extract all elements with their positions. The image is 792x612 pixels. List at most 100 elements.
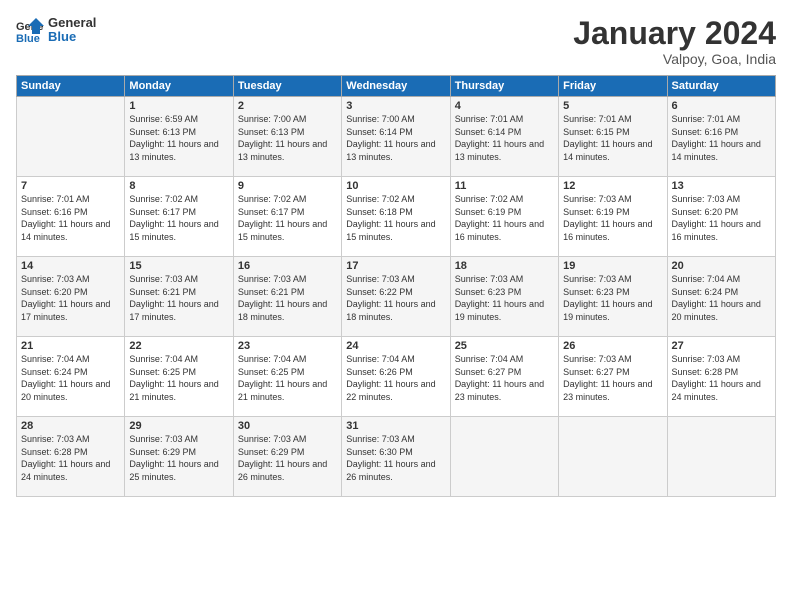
day-info: Sunrise: 7:03 AMSunset: 6:28 PMDaylight:… bbox=[21, 433, 120, 483]
day-info: Sunrise: 7:04 AMSunset: 6:24 PMDaylight:… bbox=[672, 273, 771, 323]
day-number: 13 bbox=[672, 180, 771, 192]
weekday-header-row: Sunday Monday Tuesday Wednesday Thursday… bbox=[17, 76, 776, 97]
header-thursday: Thursday bbox=[450, 76, 558, 97]
calendar-cell: 23Sunrise: 7:04 AMSunset: 6:25 PMDayligh… bbox=[233, 337, 341, 417]
day-info: Sunrise: 7:04 AMSunset: 6:27 PMDaylight:… bbox=[455, 353, 554, 403]
day-info: Sunrise: 7:03 AMSunset: 6:30 PMDaylight:… bbox=[346, 433, 445, 483]
day-number: 25 bbox=[455, 340, 554, 352]
logo-blue: Blue bbox=[48, 30, 96, 44]
calendar-cell: 25Sunrise: 7:04 AMSunset: 6:27 PMDayligh… bbox=[450, 337, 558, 417]
day-info: Sunrise: 7:02 AMSunset: 6:18 PMDaylight:… bbox=[346, 193, 445, 243]
calendar-cell: 15Sunrise: 7:03 AMSunset: 6:21 PMDayligh… bbox=[125, 257, 233, 337]
calendar-week-4: 21Sunrise: 7:04 AMSunset: 6:24 PMDayligh… bbox=[17, 337, 776, 417]
day-number: 21 bbox=[21, 340, 120, 352]
calendar-cell bbox=[450, 417, 558, 497]
day-number: 16 bbox=[238, 260, 337, 272]
calendar-cell: 2Sunrise: 7:00 AMSunset: 6:13 PMDaylight… bbox=[233, 97, 341, 177]
page-container: General Blue General Blue January 2024 V… bbox=[0, 0, 792, 612]
calendar-cell: 14Sunrise: 7:03 AMSunset: 6:20 PMDayligh… bbox=[17, 257, 125, 337]
day-number: 12 bbox=[563, 180, 662, 192]
day-info: Sunrise: 7:03 AMSunset: 6:21 PMDaylight:… bbox=[129, 273, 228, 323]
day-info: Sunrise: 7:00 AMSunset: 6:14 PMDaylight:… bbox=[346, 113, 445, 163]
calendar-cell: 5Sunrise: 7:01 AMSunset: 6:15 PMDaylight… bbox=[559, 97, 667, 177]
month-title: January 2024 bbox=[573, 16, 776, 51]
day-info: Sunrise: 7:03 AMSunset: 6:20 PMDaylight:… bbox=[21, 273, 120, 323]
header-wednesday: Wednesday bbox=[342, 76, 450, 97]
day-number: 19 bbox=[563, 260, 662, 272]
day-info: Sunrise: 7:03 AMSunset: 6:23 PMDaylight:… bbox=[563, 273, 662, 323]
day-info: Sunrise: 7:04 AMSunset: 6:24 PMDaylight:… bbox=[21, 353, 120, 403]
day-info: Sunrise: 7:01 AMSunset: 6:15 PMDaylight:… bbox=[563, 113, 662, 163]
day-number: 20 bbox=[672, 260, 771, 272]
day-info: Sunrise: 7:03 AMSunset: 6:22 PMDaylight:… bbox=[346, 273, 445, 323]
day-number: 2 bbox=[238, 100, 337, 112]
day-number: 27 bbox=[672, 340, 771, 352]
logo-icon: General Blue bbox=[16, 16, 44, 44]
calendar-cell: 20Sunrise: 7:04 AMSunset: 6:24 PMDayligh… bbox=[667, 257, 775, 337]
header-saturday: Saturday bbox=[667, 76, 775, 97]
day-number: 5 bbox=[563, 100, 662, 112]
title-block: January 2024 Valpoy, Goa, India bbox=[573, 16, 776, 67]
day-info: Sunrise: 7:04 AMSunset: 6:25 PMDaylight:… bbox=[238, 353, 337, 403]
day-number: 26 bbox=[563, 340, 662, 352]
day-number: 3 bbox=[346, 100, 445, 112]
calendar-cell: 26Sunrise: 7:03 AMSunset: 6:27 PMDayligh… bbox=[559, 337, 667, 417]
calendar-cell: 7Sunrise: 7:01 AMSunset: 6:16 PMDaylight… bbox=[17, 177, 125, 257]
day-number: 9 bbox=[238, 180, 337, 192]
calendar-cell: 28Sunrise: 7:03 AMSunset: 6:28 PMDayligh… bbox=[17, 417, 125, 497]
day-number: 10 bbox=[346, 180, 445, 192]
day-info: Sunrise: 7:00 AMSunset: 6:13 PMDaylight:… bbox=[238, 113, 337, 163]
header-friday: Friday bbox=[559, 76, 667, 97]
day-number: 4 bbox=[455, 100, 554, 112]
day-info: Sunrise: 7:03 AMSunset: 6:28 PMDaylight:… bbox=[672, 353, 771, 403]
day-info: Sunrise: 7:01 AMSunset: 6:16 PMDaylight:… bbox=[672, 113, 771, 163]
svg-text:Blue: Blue bbox=[16, 33, 40, 44]
calendar-cell: 13Sunrise: 7:03 AMSunset: 6:20 PMDayligh… bbox=[667, 177, 775, 257]
calendar-cell: 16Sunrise: 7:03 AMSunset: 6:21 PMDayligh… bbox=[233, 257, 341, 337]
day-info: Sunrise: 7:04 AMSunset: 6:25 PMDaylight:… bbox=[129, 353, 228, 403]
day-number: 29 bbox=[129, 420, 228, 432]
calendar-week-5: 28Sunrise: 7:03 AMSunset: 6:28 PMDayligh… bbox=[17, 417, 776, 497]
calendar-cell bbox=[17, 97, 125, 177]
calendar-cell bbox=[667, 417, 775, 497]
day-number: 15 bbox=[129, 260, 228, 272]
header-tuesday: Tuesday bbox=[233, 76, 341, 97]
day-info: Sunrise: 7:03 AMSunset: 6:21 PMDaylight:… bbox=[238, 273, 337, 323]
calendar-cell: 11Sunrise: 7:02 AMSunset: 6:19 PMDayligh… bbox=[450, 177, 558, 257]
day-info: Sunrise: 7:03 AMSunset: 6:29 PMDaylight:… bbox=[129, 433, 228, 483]
day-number: 30 bbox=[238, 420, 337, 432]
calendar-cell: 19Sunrise: 7:03 AMSunset: 6:23 PMDayligh… bbox=[559, 257, 667, 337]
day-number: 31 bbox=[346, 420, 445, 432]
calendar-cell bbox=[559, 417, 667, 497]
day-number: 11 bbox=[455, 180, 554, 192]
day-number: 24 bbox=[346, 340, 445, 352]
day-info: Sunrise: 7:02 AMSunset: 6:17 PMDaylight:… bbox=[238, 193, 337, 243]
day-number: 1 bbox=[129, 100, 228, 112]
calendar-cell: 9Sunrise: 7:02 AMSunset: 6:17 PMDaylight… bbox=[233, 177, 341, 257]
calendar-cell: 10Sunrise: 7:02 AMSunset: 6:18 PMDayligh… bbox=[342, 177, 450, 257]
calendar-cell: 18Sunrise: 7:03 AMSunset: 6:23 PMDayligh… bbox=[450, 257, 558, 337]
day-number: 14 bbox=[21, 260, 120, 272]
day-number: 17 bbox=[346, 260, 445, 272]
day-info: Sunrise: 6:59 AMSunset: 6:13 PMDaylight:… bbox=[129, 113, 228, 163]
calendar-cell: 29Sunrise: 7:03 AMSunset: 6:29 PMDayligh… bbox=[125, 417, 233, 497]
calendar-cell: 24Sunrise: 7:04 AMSunset: 6:26 PMDayligh… bbox=[342, 337, 450, 417]
calendar-cell: 3Sunrise: 7:00 AMSunset: 6:14 PMDaylight… bbox=[342, 97, 450, 177]
calendar-cell: 1Sunrise: 6:59 AMSunset: 6:13 PMDaylight… bbox=[125, 97, 233, 177]
day-info: Sunrise: 7:04 AMSunset: 6:26 PMDaylight:… bbox=[346, 353, 445, 403]
calendar-cell: 22Sunrise: 7:04 AMSunset: 6:25 PMDayligh… bbox=[125, 337, 233, 417]
logo: General Blue General Blue bbox=[16, 16, 96, 45]
calendar-cell: 21Sunrise: 7:04 AMSunset: 6:24 PMDayligh… bbox=[17, 337, 125, 417]
calendar-cell: 27Sunrise: 7:03 AMSunset: 6:28 PMDayligh… bbox=[667, 337, 775, 417]
calendar-week-2: 7Sunrise: 7:01 AMSunset: 6:16 PMDaylight… bbox=[17, 177, 776, 257]
calendar-cell: 4Sunrise: 7:01 AMSunset: 6:14 PMDaylight… bbox=[450, 97, 558, 177]
header: General Blue General Blue January 2024 V… bbox=[16, 16, 776, 67]
calendar-cell: 31Sunrise: 7:03 AMSunset: 6:30 PMDayligh… bbox=[342, 417, 450, 497]
calendar-cell: 6Sunrise: 7:01 AMSunset: 6:16 PMDaylight… bbox=[667, 97, 775, 177]
day-number: 7 bbox=[21, 180, 120, 192]
day-number: 18 bbox=[455, 260, 554, 272]
calendar-cell: 8Sunrise: 7:02 AMSunset: 6:17 PMDaylight… bbox=[125, 177, 233, 257]
subtitle: Valpoy, Goa, India bbox=[573, 51, 776, 67]
header-sunday: Sunday bbox=[17, 76, 125, 97]
day-number: 22 bbox=[129, 340, 228, 352]
